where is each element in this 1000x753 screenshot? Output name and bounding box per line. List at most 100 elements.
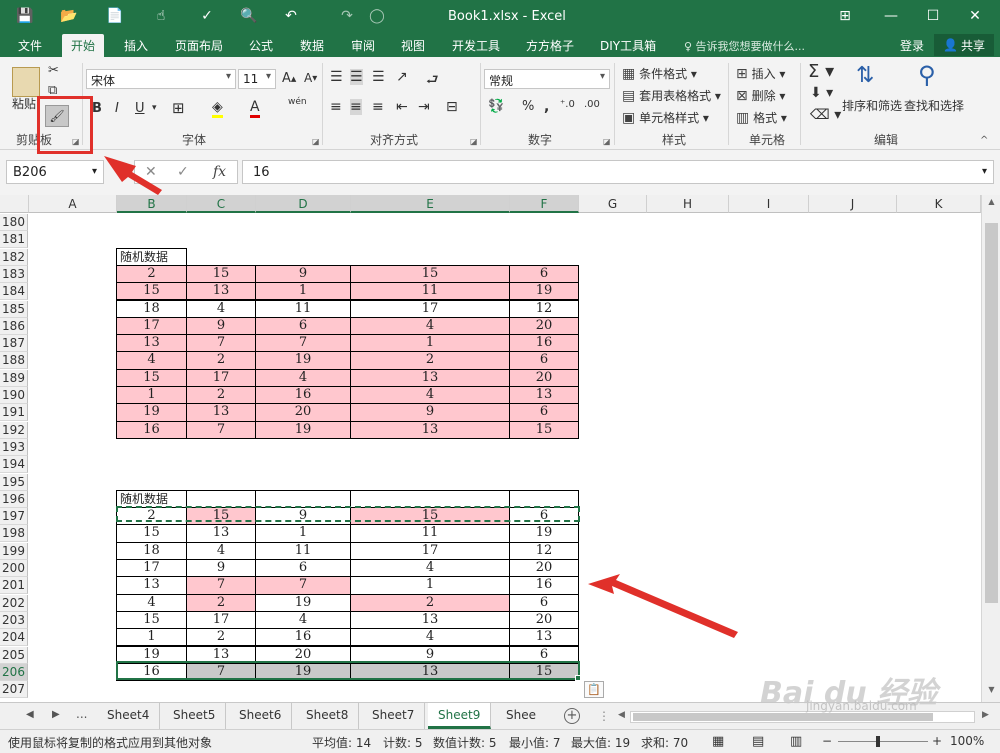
row-header[interactable]: 180 [0,214,28,231]
tab-home[interactable]: 开始 [62,34,105,57]
column-header-h[interactable]: H [647,195,729,213]
row-header[interactable]: 197 [0,508,28,526]
row-header[interactable]: 199 [0,542,28,560]
orientation-icon[interactable]: ↗ [396,69,408,85]
scroll-down-icon[interactable]: ▼ [985,685,998,699]
tab-fangfang[interactable]: 方方格子 [526,37,574,54]
table-cell[interactable]: 15 [509,420,579,439]
italic-button[interactable]: I [115,101,119,116]
align-top-icon[interactable]: ☰ [330,69,343,85]
add-sheet-icon[interactable]: + [564,708,580,724]
table-cell[interactable]: 随机数据 [116,247,187,266]
normal-view-icon[interactable]: ▦ [712,734,724,749]
align-bottom-icon[interactable]: ☰ [372,69,385,85]
table-cell[interactable]: 13 [186,645,256,664]
table-cell[interactable]: 7 [186,576,256,595]
share-button[interactable]: 👤 共享 [934,34,994,56]
row-header[interactable]: 198 [0,525,28,543]
more-sheets-icon[interactable]: ... [76,707,87,721]
fill-icon[interactable]: ⬇ ▾ [810,85,833,101]
column-header-a[interactable]: A [29,195,117,213]
find-select-icon[interactable]: ⚲ [918,61,936,89]
touch-mode-icon[interactable]: ☝ [150,6,172,26]
table-cell[interactable]: 9 [255,507,351,526]
table-cell[interactable]: 20 [509,610,579,630]
paste-options-icon[interactable]: 📋 [584,681,604,698]
align-right-icon[interactable]: ≡ [372,99,384,115]
table-cell[interactable]: 19 [509,524,579,543]
column-header-i[interactable]: I [729,195,809,213]
zoom-slider-knob[interactable] [876,736,880,747]
zoom-slider[interactable] [838,736,928,747]
table-cell[interactable]: 13 [116,334,187,353]
table-cell[interactable]: 4 [350,386,510,405]
page-break-view-icon[interactable]: ▥ [790,734,802,749]
table-cell[interactable]: 13 [350,662,510,682]
print-preview-icon[interactable]: 🔍 [238,6,260,26]
table-cell[interactable]: 2 [116,264,187,284]
table-cell[interactable]: 17 [350,299,510,318]
table-cell[interactable]: 1 [116,386,187,405]
table-cell[interactable]: 13 [350,368,510,387]
tab-view[interactable]: 视图 [401,37,425,54]
row-header[interactable]: 195 [0,473,28,491]
row-header[interactable]: 185 [0,300,28,318]
sheet-tab[interactable]: Sheet7 [362,703,426,729]
table-cell[interactable]: 17 [116,559,187,578]
table-cell[interactable]: 19 [509,282,579,301]
row-header[interactable]: 200 [0,560,28,577]
table-cell[interactable]: 7 [255,576,351,595]
table-cell[interactable]: 1 [350,334,510,353]
font-name-combo[interactable]: 宋体 ▾ [86,69,236,89]
table-cell[interactable]: 4 [186,299,256,318]
scroll-left-icon[interactable]: ◀ [618,710,625,720]
new-icon[interactable]: 📄 [104,6,126,26]
spelling-icon[interactable]: ✓ [196,6,218,26]
row-header[interactable]: 191 [0,404,28,422]
table-cell[interactable]: 1 [350,576,510,595]
column-header-f[interactable]: F [510,195,579,213]
column-header-g[interactable]: G [579,195,647,213]
table-cell[interactable]: 13 [509,628,579,647]
undo-icon[interactable]: ↶ [280,6,302,26]
row-header[interactable]: 196 [0,490,28,508]
table-cell[interactable]: 4 [350,628,510,647]
font-color-icon[interactable]: A [250,99,260,118]
table-cell[interactable]: 4 [116,593,187,612]
table-cell[interactable]: 4 [350,559,510,578]
sort-filter-icon[interactable]: ⇅ [856,63,874,88]
table-cell[interactable]: 13 [350,610,510,630]
table-cell[interactable]: 13 [116,576,187,595]
zoom-out-button[interactable]: − [822,734,832,748]
table-cell[interactable]: 2 [186,351,256,370]
tell-me-input[interactable]: ♀ 告诉我您想要做什么... [684,38,805,54]
chevron-down-icon[interactable]: ▾ [152,103,157,113]
table-cell[interactable]: 16 [255,386,351,405]
row-header[interactable]: 189 [0,369,28,387]
table-cell[interactable]: 15 [350,507,510,526]
maximize-button[interactable]: ☐ [920,4,946,28]
row-header[interactable]: 182 [0,248,28,266]
table-cell[interactable]: 2 [186,386,256,405]
table-cell[interactable]: 15 [116,282,187,301]
vertical-scrollbar[interactable]: ▲ ▼ [981,195,1000,702]
tab-insert[interactable]: 插入 [124,37,148,54]
insert-function-icon[interactable]: fx [213,164,226,180]
tab-developer[interactable]: 开发工具 [452,37,500,54]
scroll-right-icon[interactable]: ▶ [982,710,989,720]
align-left-icon[interactable]: ≡ [330,99,342,115]
row-header[interactable]: 202 [0,594,28,612]
row-header[interactable]: 206 [0,663,28,681]
sheet-tab[interactable]: Sheet4 [97,703,161,729]
formula-input[interactable]: 16 ▾ [242,160,994,184]
table-cell[interactable] [509,489,579,509]
row-header[interactable]: 188 [0,352,28,370]
table-cell[interactable]: 15 [116,524,187,543]
table-cell[interactable]: 20 [509,559,579,578]
sheet-tab[interactable]: Sheet9 [428,703,492,729]
next-sheet-icon[interactable]: ▶ [52,709,60,720]
font-size-combo[interactable]: 11 ▾ [238,69,276,89]
close-button[interactable]: ✕ [962,4,988,28]
page-layout-view-icon[interactable]: ▤ [752,734,764,749]
table-cell[interactable] [255,489,351,509]
